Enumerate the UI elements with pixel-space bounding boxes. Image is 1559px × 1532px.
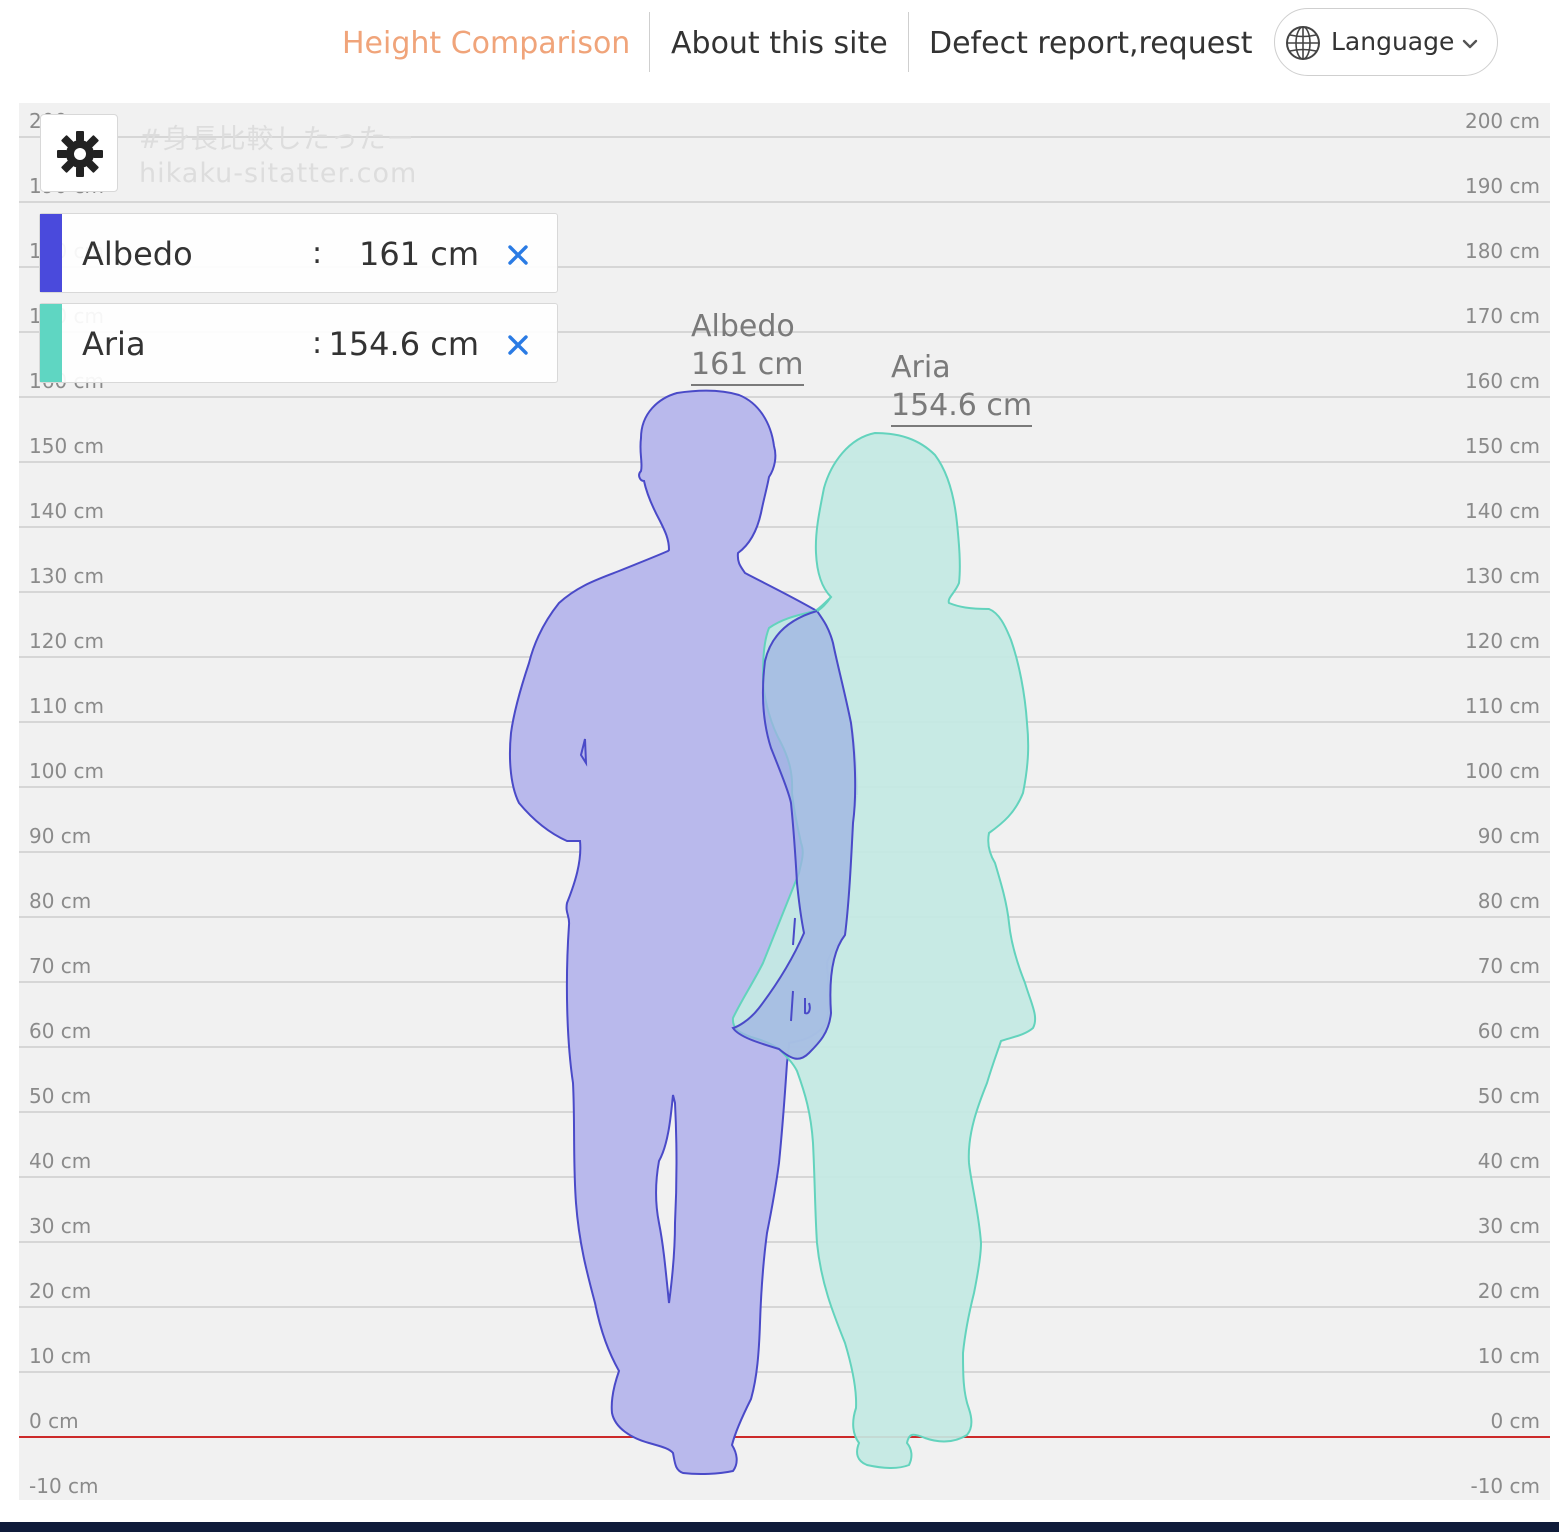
entry-name: Aria <box>82 325 146 363</box>
chevron-down-icon <box>1462 39 1478 49</box>
language-selector[interactable]: Language <box>1274 8 1498 76</box>
aria-silhouette[interactable] <box>731 431 1037 1469</box>
close-icon[interactable] <box>507 334 529 356</box>
settings-button[interactable] <box>40 114 118 192</box>
nav-defect-report[interactable]: Defect report,request <box>929 22 1253 66</box>
language-label: Language <box>1331 27 1455 56</box>
entry-color-swatch <box>40 214 62 292</box>
globe-icon <box>1286 26 1320 60</box>
albedo-figure-height: 161 cm <box>691 346 804 386</box>
nav-about[interactable]: About this site <box>671 22 888 66</box>
aria-figure-height: 154.6 cm <box>891 387 1033 428</box>
nav-height-comparison[interactable]: Height Comparison <box>342 22 630 66</box>
entry-card-albedo[interactable]: Albedo : 161 cm <box>39 213 558 293</box>
entry-color-swatch <box>40 304 62 382</box>
aria-figure-name: Aria <box>891 350 951 386</box>
entry-height: 161 cm <box>358 235 479 273</box>
aria-figure-label: Aria 154.6 cm <box>891 349 1033 428</box>
entry-colon: : <box>312 236 323 271</box>
bottom-ad-bar <box>0 1522 1559 1532</box>
top-navigation: Height Comparison About this site Defect… <box>0 0 1559 100</box>
entry-height: 154.6 cm <box>328 325 479 363</box>
entry-colon: : <box>312 326 323 361</box>
nav-divider <box>908 12 909 72</box>
entry-name: Albedo <box>82 235 193 273</box>
gear-icon <box>57 131 103 177</box>
albedo-figure-name: Albedo <box>691 308 795 344</box>
close-icon[interactable] <box>507 244 529 266</box>
albedo-figure-label: Albedo 161 cm <box>691 308 804 386</box>
nav-divider <box>649 12 650 72</box>
height-chart: 200 cm200 cm190 cm190 cm180 cm180 cm170 … <box>19 103 1550 1500</box>
entry-card-aria[interactable]: Aria : 154.6 cm <box>39 303 558 383</box>
